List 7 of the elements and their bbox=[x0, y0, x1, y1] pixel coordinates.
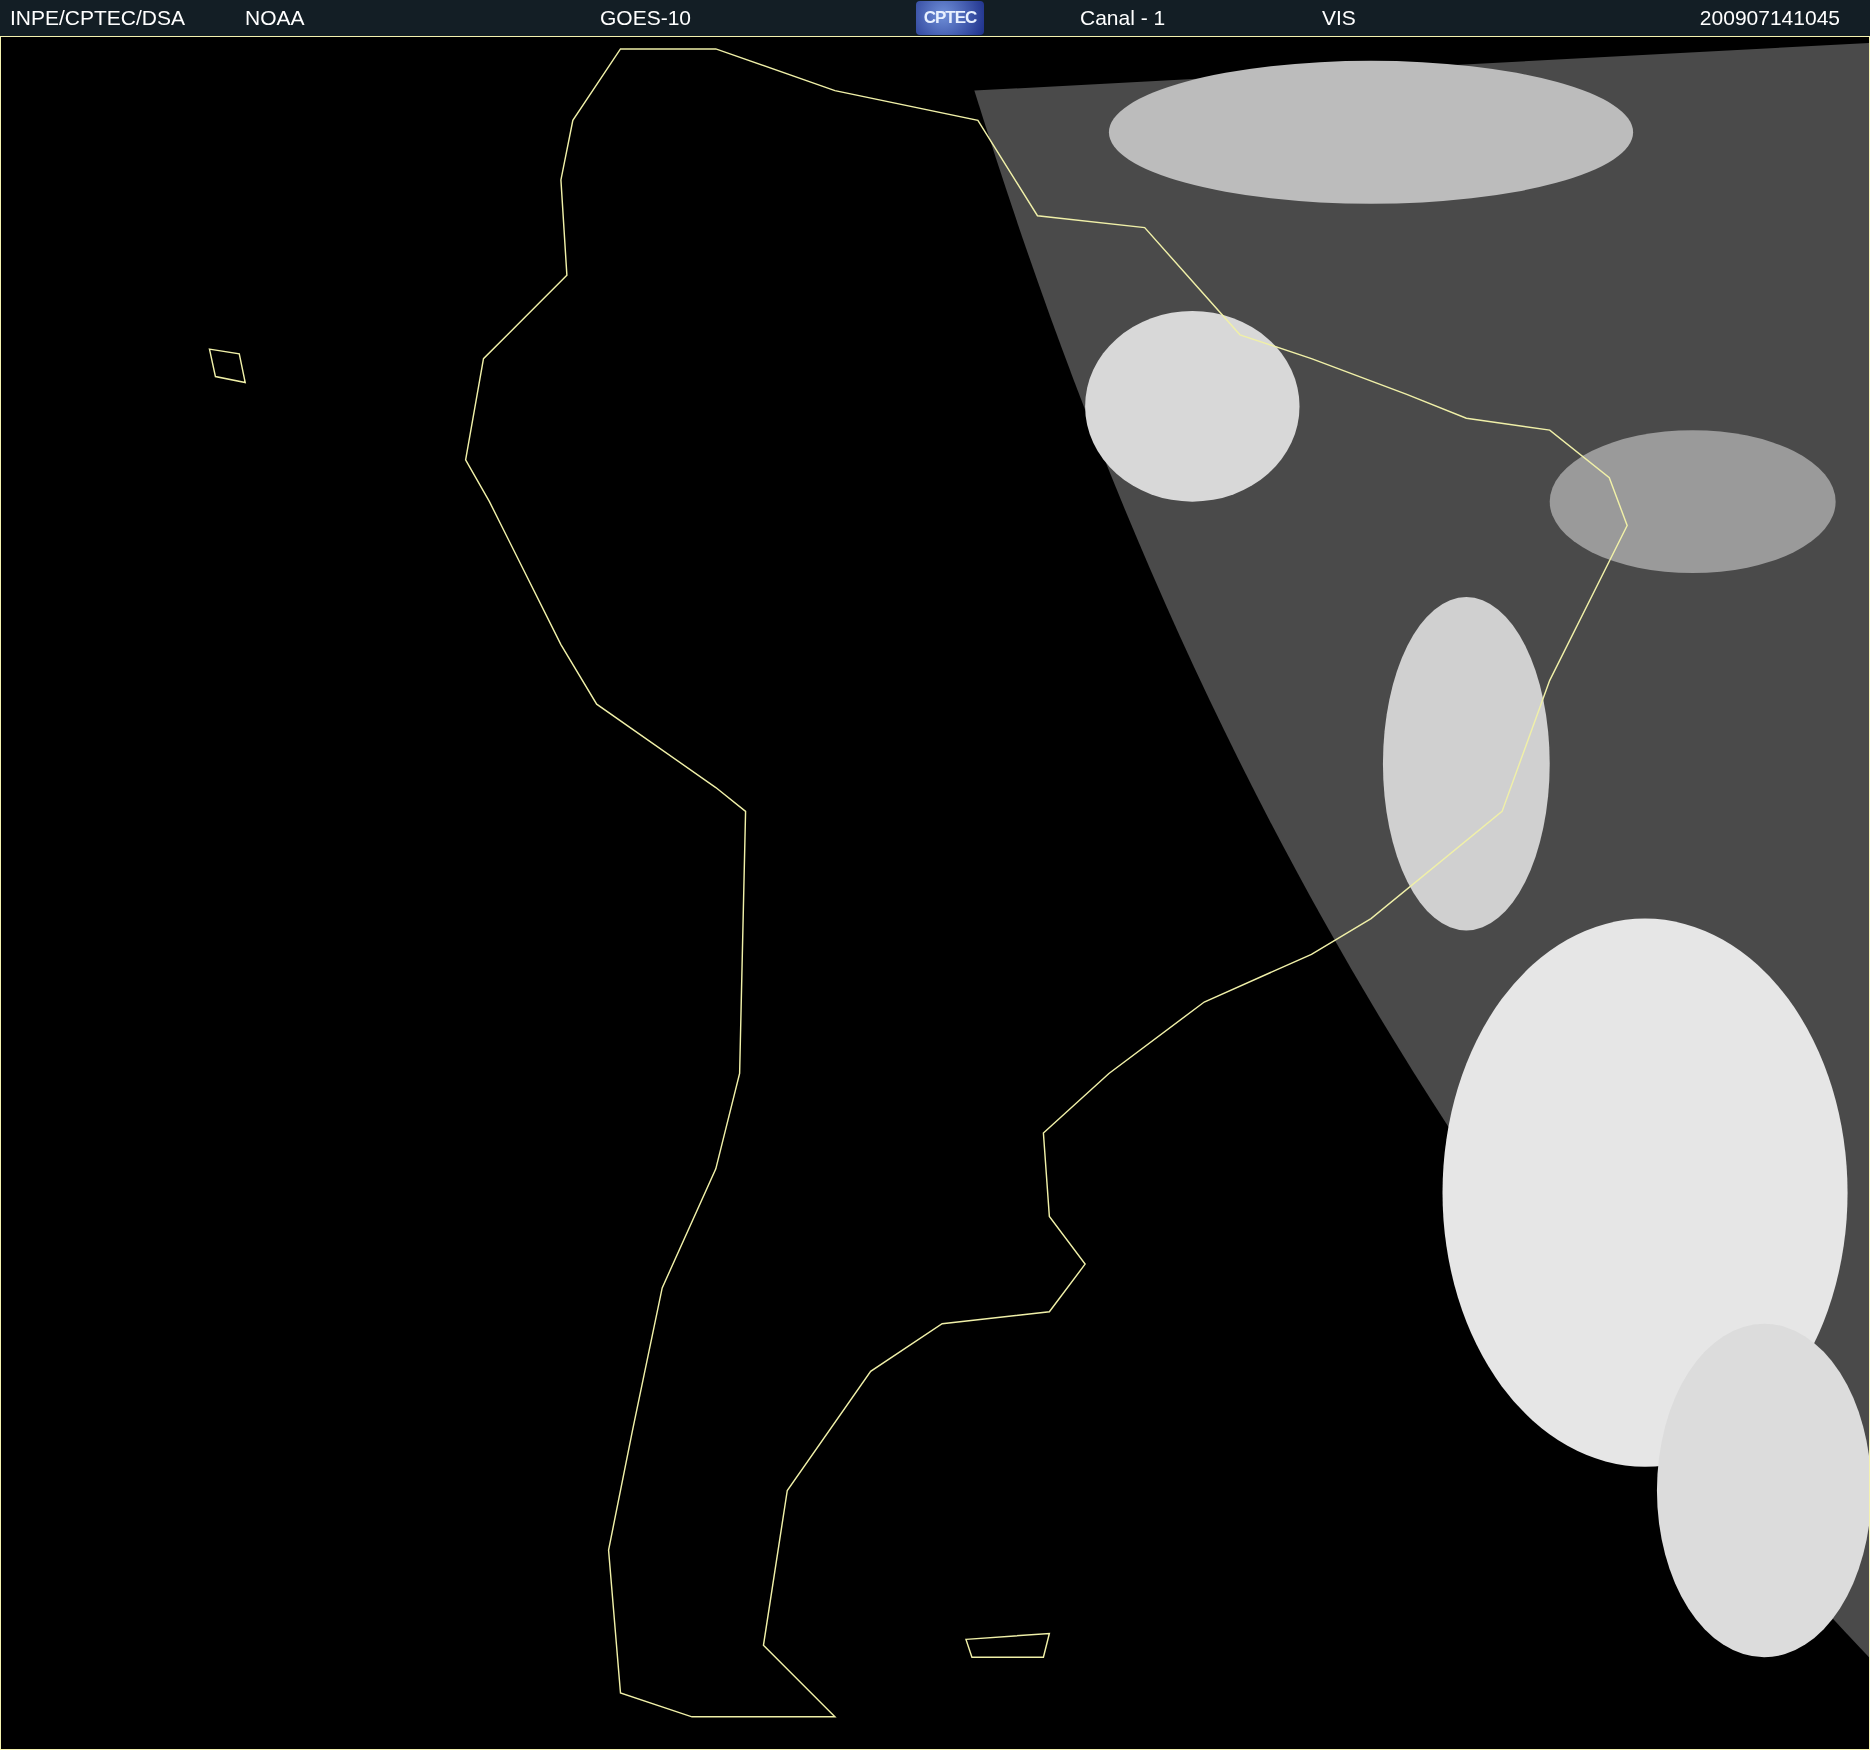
satellite-label: GOES-10 bbox=[600, 6, 692, 30]
source-label: INPE/CPTEC/DSA bbox=[10, 6, 186, 30]
channel-label: Canal - 1 bbox=[1080, 6, 1166, 30]
agency-label: NOAA bbox=[245, 6, 305, 30]
timestamp: 200907141045 bbox=[1699, 6, 1840, 30]
logo: CPTEC bbox=[916, 1, 984, 35]
band-label: VIS bbox=[1322, 6, 1356, 30]
